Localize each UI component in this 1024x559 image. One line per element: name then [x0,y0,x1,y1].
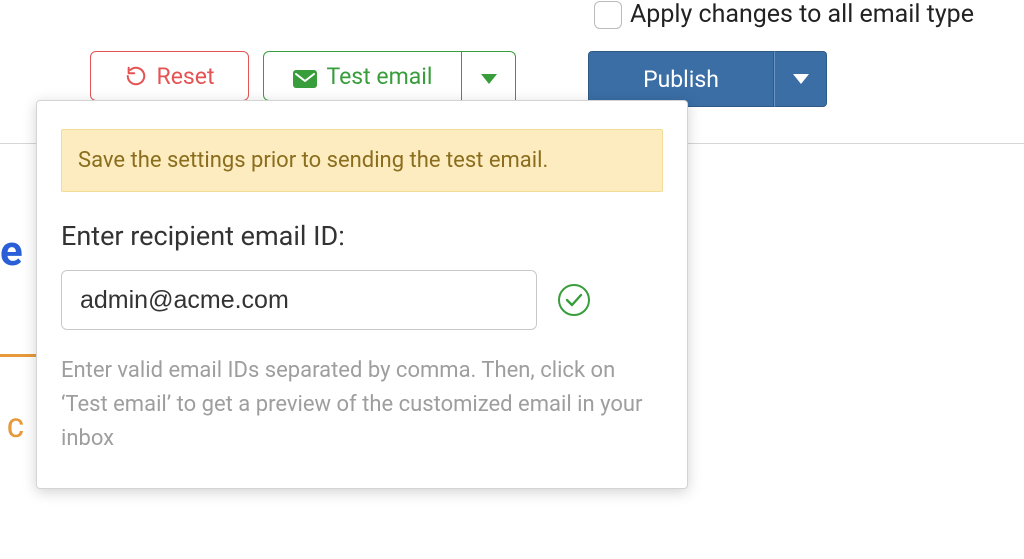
reset-button-label: Reset [157,63,215,90]
chevron-down-icon [481,74,497,84]
recipient-help-text: Enter valid email IDs separated by comma… [61,354,663,456]
reset-button[interactable]: Reset [90,51,249,101]
toolbar: Reset Test email Publish [90,51,827,107]
publish-button[interactable]: Publish [588,51,774,107]
apply-all-checkbox[interactable] [594,1,622,29]
background-underline [0,354,36,357]
warning-alert-text: Save the settings prior to sending the t… [78,148,548,173]
publish-button-label: Publish [643,66,719,93]
publish-dropdown-toggle[interactable] [774,51,827,107]
email-icon [293,67,317,85]
recipient-input-row [61,270,663,330]
test-email-button-group: Test email [263,51,516,107]
test-email-dropdown-toggle[interactable] [462,51,516,107]
test-email-panel: Save the settings prior to sending the t… [36,100,688,489]
warning-alert: Save the settings prior to sending the t… [61,129,663,192]
apply-all-label: Apply changes to all email type [630,0,974,29]
test-email-button-label: Test email [327,63,433,90]
recipient-field-label: Enter recipient email ID: [61,220,663,252]
background-orange-fragment: C [7,414,24,444]
publish-button-group: Publish [588,51,827,107]
reset-icon [125,65,147,87]
check-circle-icon [557,283,591,317]
test-email-button[interactable]: Test email [263,51,462,101]
apply-all-row: Apply changes to all email type [594,0,974,29]
recipient-email-input[interactable] [61,270,537,330]
background-text-fragment: e [0,227,23,276]
chevron-down-icon [793,74,809,84]
